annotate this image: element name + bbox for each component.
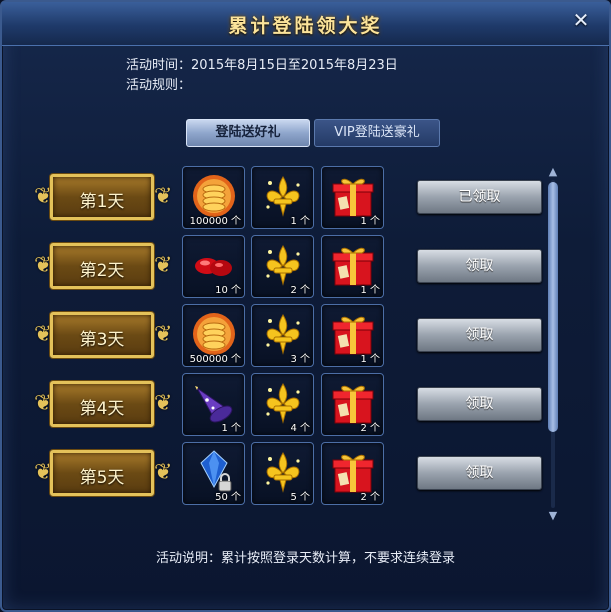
reward-row: ❦ 第5天 ❦ 50 个 5 个 2 个 领取: [32, 438, 562, 508]
day-plaque-body: 第5天: [50, 450, 154, 496]
item-count: 50 个: [215, 492, 241, 503]
activity-info: 活动时间：2015年8月15日至2015年8月23日 活动规则：: [126, 56, 398, 96]
reward-item-slot[interactable]: 50 个: [182, 442, 245, 505]
dialog-title: 累计登陆领大奖: [228, 15, 383, 37]
day-plaque-body: 第3天: [50, 312, 154, 358]
scrollbar[interactable]: ▲ ▼: [546, 166, 560, 522]
reward-item-slot[interactable]: 4 个: [251, 373, 314, 436]
item-count: 500000 个: [189, 354, 241, 365]
ornament-right-icon: ❦: [154, 322, 173, 347]
reward-item-slot[interactable]: 1 个: [182, 373, 245, 436]
reward-item-slot[interactable]: 1 个: [251, 166, 314, 229]
item-count: 100000 个: [189, 216, 241, 227]
day-plaque-body: 第1天: [50, 174, 154, 220]
item-count: 1 个: [360, 216, 380, 227]
reward-dialog: 累计登陆领大奖 ✕ 活动时间：2015年8月15日至2015年8月23日 活动规…: [0, 0, 611, 612]
item-count: 1 个: [290, 216, 310, 227]
item-count: 5 个: [290, 492, 310, 503]
day-plaque: ❦ 第5天 ❦: [32, 448, 172, 498]
reward-item-slot[interactable]: 2 个: [251, 235, 314, 298]
title-bar: 累计登陆领大奖 ✕: [2, 2, 609, 46]
claim-button[interactable]: 领取: [417, 387, 542, 421]
item-count: 2 个: [360, 492, 380, 503]
reward-item-slot[interactable]: 5 个: [251, 442, 314, 505]
reward-item-slot[interactable]: 1 个: [321, 235, 384, 298]
claim-button[interactable]: 领取: [417, 456, 542, 490]
ornament-right-icon: ❦: [154, 391, 173, 416]
day-label: 第1天: [79, 192, 125, 212]
reward-row: ❦ 第1天 ❦ 100000 个 1 个 1 个 已领取: [32, 162, 562, 232]
day-label: 第3天: [79, 330, 125, 350]
reward-item-slot[interactable]: 1 个: [321, 166, 384, 229]
reward-row: ❦ 第4天 ❦ 1 个 4 个 2 个 领取: [32, 369, 562, 439]
ornament-right-icon: ❦: [154, 184, 173, 209]
activity-time: 活动时间：2015年8月15日至2015年8月23日: [126, 58, 398, 73]
item-count: 10 个: [215, 285, 241, 296]
item-count: 1 个: [360, 285, 380, 296]
reward-item-slot[interactable]: 500000 个: [182, 304, 245, 367]
ornament-right-icon: ❦: [154, 460, 173, 485]
item-count: 4 个: [290, 423, 310, 434]
claim-button[interactable]: 领取: [417, 249, 542, 283]
scroll-thumb[interactable]: [548, 182, 558, 432]
reward-item-slot[interactable]: 2 个: [321, 373, 384, 436]
day-plaque: ❦ 第4天 ❦: [32, 379, 172, 429]
item-count: 1 个: [360, 354, 380, 365]
reward-item-slot[interactable]: 1 个: [321, 304, 384, 367]
day-label: 第5天: [79, 468, 125, 488]
item-count: 2 个: [360, 423, 380, 434]
day-plaque-body: 第4天: [50, 381, 154, 427]
ornament-left-icon: ❦: [34, 253, 53, 278]
reward-row: ❦ 第2天 ❦ 10 个 2 个 1 个 领取: [32, 231, 562, 301]
ornament-left-icon: ❦: [34, 391, 53, 416]
scroll-down-icon[interactable]: ▼: [546, 510, 560, 522]
reward-item-slot[interactable]: 2 个: [321, 442, 384, 505]
tab-vip-login-gift[interactable]: VIP登陆送豪礼: [314, 119, 440, 147]
ornament-left-icon: ❦: [34, 322, 53, 347]
reward-row: ❦ 第3天 ❦ 500000 个 3 个 1 个 领取: [32, 300, 562, 370]
activity-rules: 活动规则：: [126, 78, 192, 93]
claim-button[interactable]: 已领取: [417, 180, 542, 214]
reward-item-slot[interactable]: 100000 个: [182, 166, 245, 229]
scroll-up-icon[interactable]: ▲: [546, 166, 560, 178]
item-count: 2 个: [290, 285, 310, 296]
day-label: 第4天: [79, 399, 125, 419]
reward-item-slot[interactable]: 3 个: [251, 304, 314, 367]
ornament-left-icon: ❦: [34, 460, 53, 485]
day-plaque: ❦ 第1天 ❦: [32, 172, 172, 222]
ornament-right-icon: ❦: [154, 253, 173, 278]
close-icon[interactable]: ✕: [571, 10, 591, 30]
day-plaque-body: 第2天: [50, 243, 154, 289]
reward-list: ❦ 第1天 ❦ 100000 个1 个1 个已领取 ❦ 第2天 ❦ 10 个2 个1 个领取 ❦…: [32, 162, 562, 526]
tab-login-gift[interactable]: 登陆送好礼: [186, 119, 310, 147]
day-label: 第2天: [79, 261, 125, 281]
day-plaque: ❦ 第2天 ❦: [32, 241, 172, 291]
ornament-left-icon: ❦: [34, 184, 53, 209]
day-plaque: ❦ 第3天 ❦: [32, 310, 172, 360]
activity-note: 活动说明：累计按照登录天数计算，不要求连续登录: [155, 551, 455, 566]
claim-button[interactable]: 领取: [417, 318, 542, 352]
reward-item-slot[interactable]: 10 个: [182, 235, 245, 298]
item-count: 3 个: [290, 354, 310, 365]
item-count: 1 个: [221, 423, 241, 434]
